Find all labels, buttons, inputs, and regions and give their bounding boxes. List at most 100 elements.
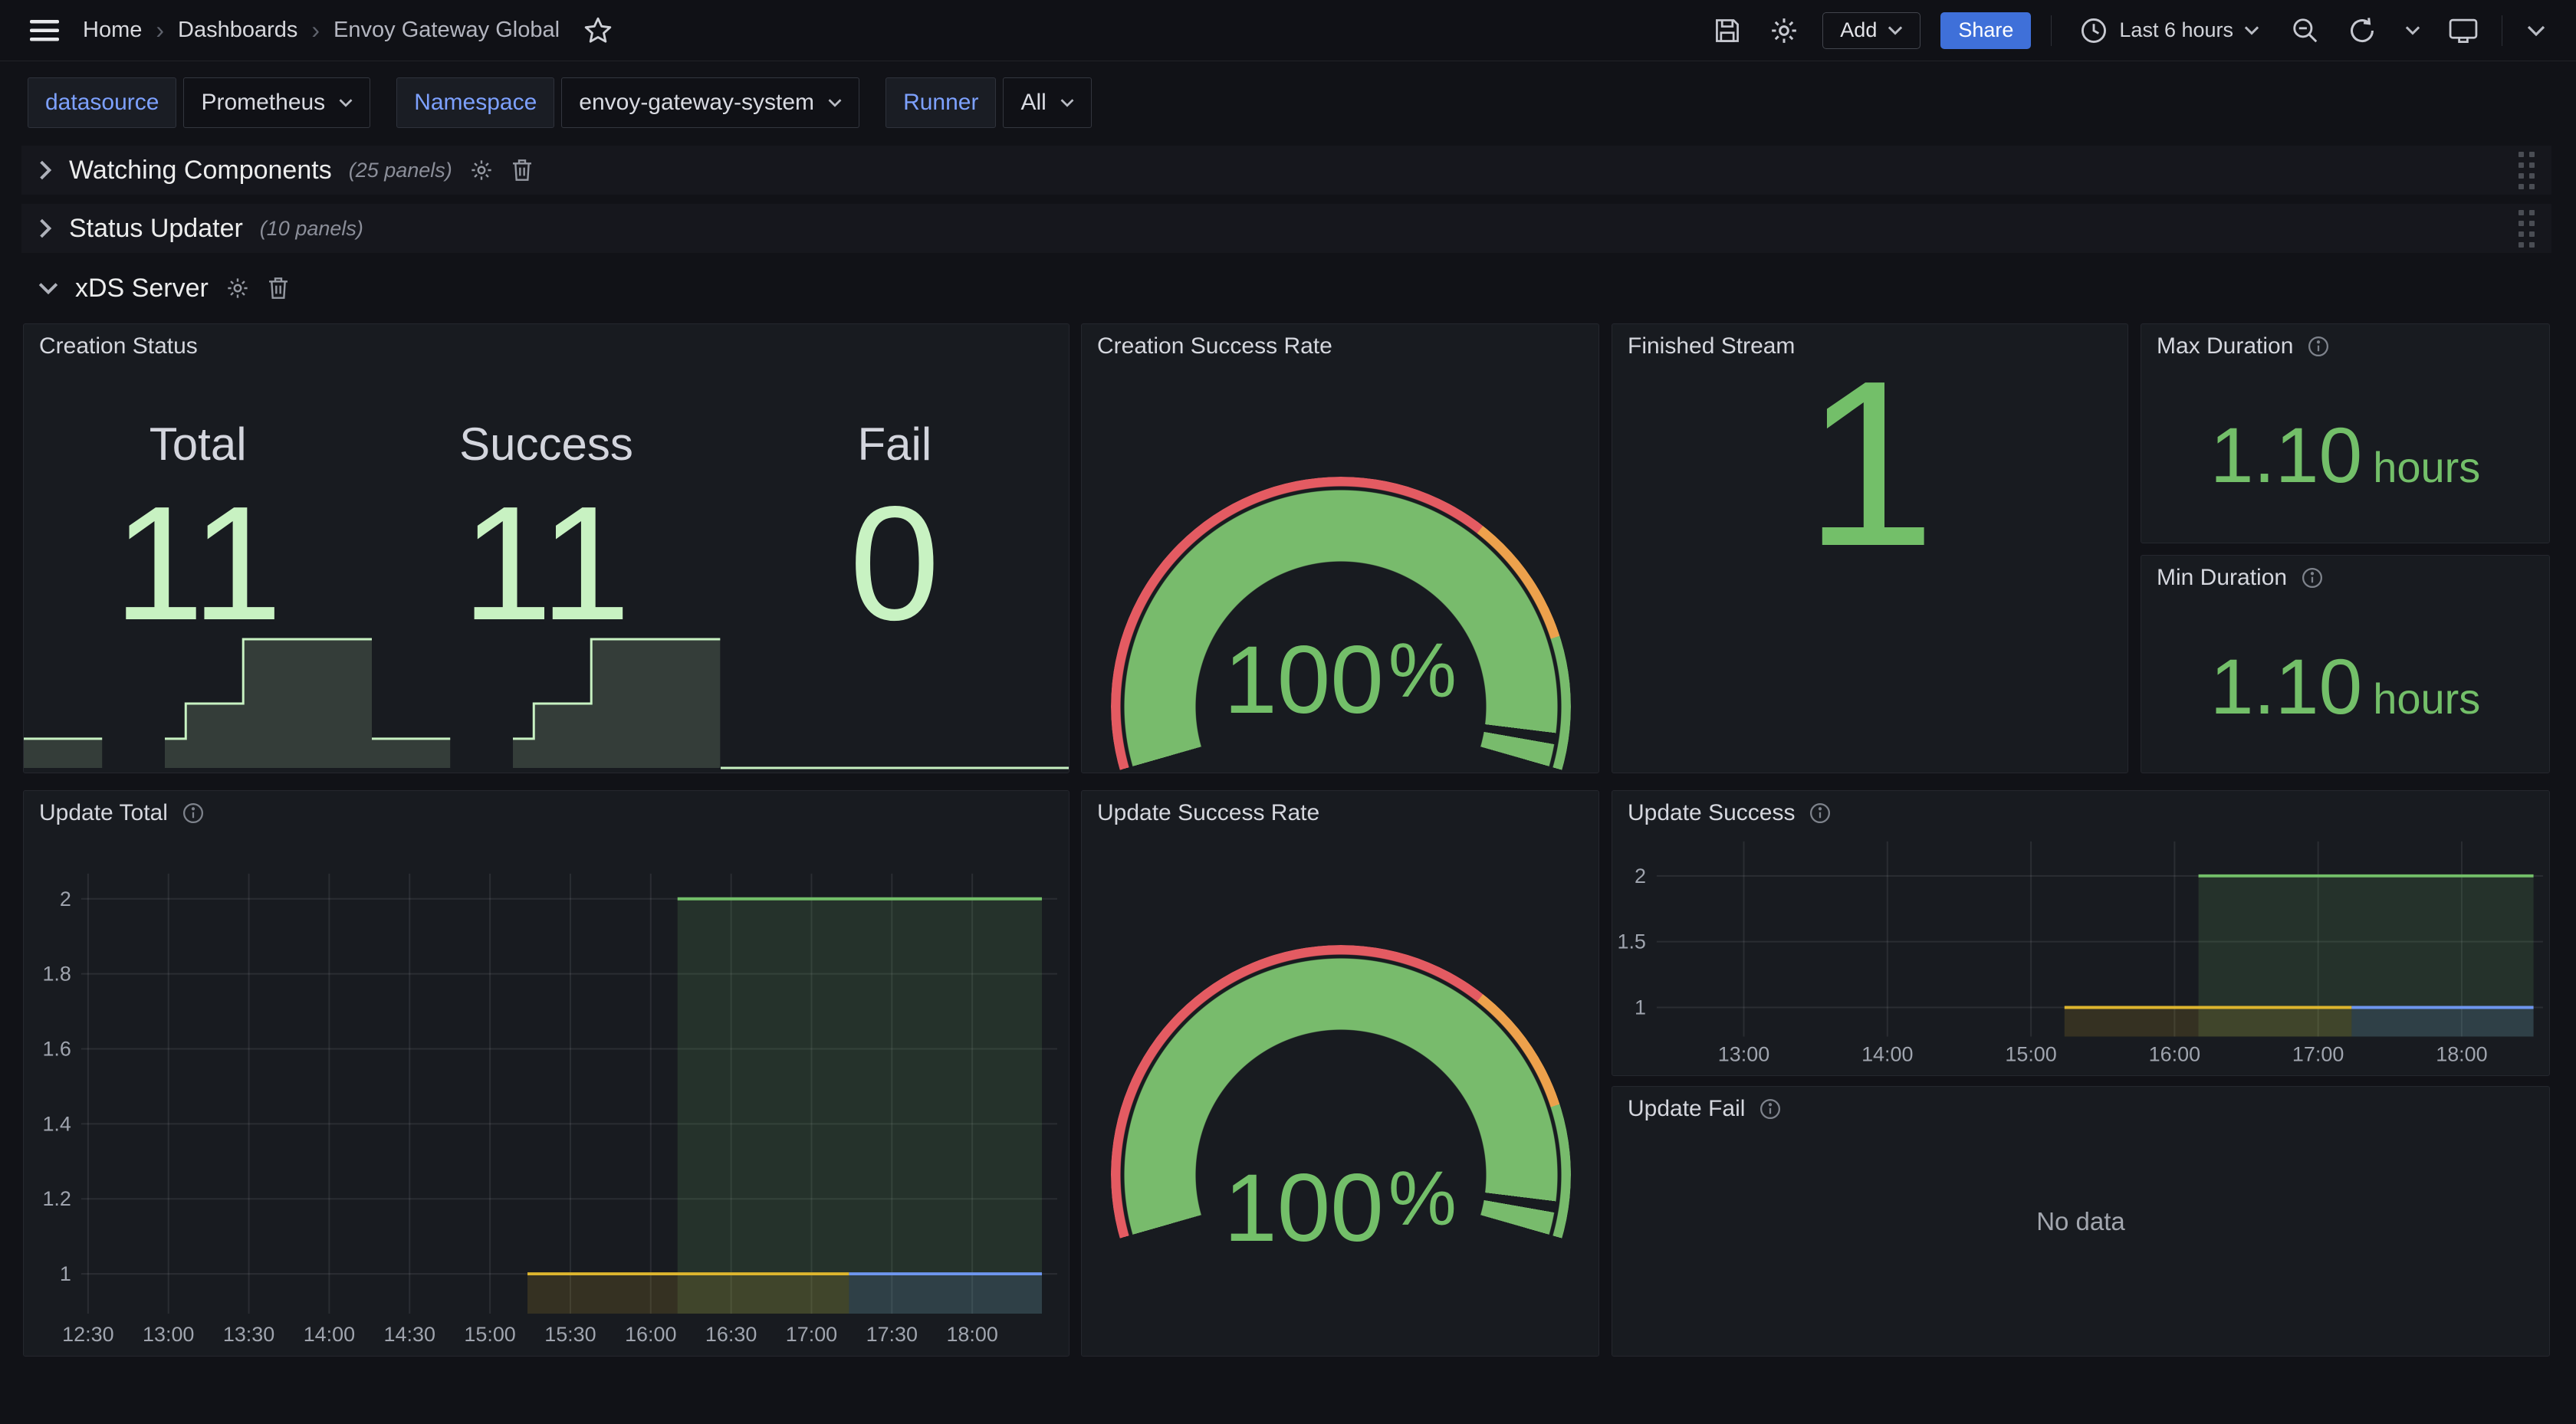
- x-axis-tick-label: 15:00: [464, 1323, 515, 1346]
- zoom-out-time-button[interactable]: [2287, 12, 2324, 49]
- stat-value: 1.10: [2210, 648, 2363, 726]
- y-axis-tick-label: 1.8: [42, 963, 71, 986]
- row-settings-button[interactable]: [225, 276, 250, 300]
- gauge-value-number: 100: [1224, 627, 1384, 733]
- panel-update-success-rate: Update Success Rate 100%: [1081, 790, 1599, 1357]
- chevron-down-icon: [38, 281, 58, 295]
- stat-fail: Fail 0: [721, 324, 1069, 773]
- x-axis-tick-label: 16:30: [705, 1323, 757, 1346]
- variable-value-dropdown[interactable]: All: [1003, 77, 1091, 128]
- panel-info-button[interactable]: [182, 802, 205, 825]
- chevron-down-icon: [1060, 98, 1074, 107]
- timeseries-chart[interactable]: 11.21.41.61.8212:3013:0013:3014:0014:301…: [24, 791, 1069, 1357]
- variable-datasource: datasource Prometheus: [28, 77, 370, 128]
- panel-title[interactable]: Update Fail: [1628, 1096, 1782, 1122]
- variable-namespace: Namespace envoy-gateway-system: [396, 77, 859, 128]
- x-axis-tick-label: 15:30: [544, 1323, 596, 1346]
- add-button-label: Add: [1840, 18, 1877, 42]
- refresh-interval-picker[interactable]: [2400, 12, 2425, 49]
- save-dashboard-button[interactable]: [1709, 12, 1746, 49]
- panel-title[interactable]: Creation Status: [39, 333, 198, 359]
- panel-info-button[interactable]: [2307, 335, 2330, 358]
- series-fill-yellow: [2065, 1008, 2352, 1037]
- timeseries-chart[interactable]: 11.5213:0014:0015:0016:0017:0018:00: [1612, 791, 2549, 1076]
- y-axis-tick-label: 1.5: [1617, 930, 1645, 953]
- row-drag-handle[interactable]: [2518, 210, 2535, 248]
- row-title[interactable]: xDS Server: [75, 274, 209, 304]
- gauge-value-number: 100: [1224, 1155, 1384, 1262]
- breadcrumb-home[interactable]: Home: [83, 18, 142, 43]
- x-axis-tick-label: 14:00: [1861, 1043, 1913, 1066]
- row-drag-handle[interactable]: [2518, 152, 2535, 189]
- x-axis-tick-label: 13:00: [1718, 1043, 1769, 1066]
- tv-mode-button[interactable]: [2445, 12, 2482, 49]
- panel-finished-stream: Finished Stream 1: [1612, 323, 2128, 773]
- y-axis-tick-label: 2: [60, 888, 71, 911]
- sparkline-chart: [721, 633, 1069, 771]
- row-title[interactable]: Watching Components: [69, 156, 332, 185]
- breadcrumb: Home › Dashboards › Envoy Gateway Global: [83, 16, 560, 44]
- stat-total: Total 11: [24, 324, 372, 773]
- panel-info-button[interactable]: [1759, 1098, 1782, 1120]
- row-delete-button[interactable]: [267, 276, 290, 300]
- y-axis-tick-label: 1: [1635, 996, 1646, 1019]
- panel-title-text: Update Success Rate: [1097, 800, 1319, 826]
- stat-value: 0: [721, 482, 1069, 645]
- chevron-down-icon: [2405, 25, 2420, 35]
- share-button[interactable]: Share: [1940, 12, 2031, 49]
- sparkline-fill: [372, 739, 450, 768]
- x-axis-tick-label: 15:00: [2005, 1043, 2056, 1066]
- stat-value: 1: [1612, 346, 2128, 582]
- gauge-value: 100%: [1082, 1160, 1598, 1256]
- floppy-icon: [1713, 16, 1742, 45]
- chevron-down-icon: [2526, 25, 2546, 37]
- gauge-value: 100%: [1082, 632, 1598, 728]
- panel-info-button[interactable]: [2301, 566, 2324, 589]
- variable-value-dropdown[interactable]: Prometheus: [183, 77, 370, 128]
- time-range-label: Last 6 hours: [2119, 18, 2233, 42]
- breadcrumb-dashboards[interactable]: Dashboards: [178, 18, 297, 43]
- y-axis-tick-label: 1.4: [42, 1112, 71, 1135]
- panel-title[interactable]: Update Total: [39, 800, 205, 826]
- stat-value-row: 1.10 hours: [2141, 648, 2549, 726]
- chevron-down-icon: [2244, 25, 2259, 35]
- dashboard-settings-button[interactable]: [1766, 12, 1802, 49]
- info-icon: [2301, 566, 2324, 589]
- row-header-watching-components[interactable]: Watching Components (25 panels): [21, 146, 2551, 195]
- row-title[interactable]: Status Updater: [69, 214, 243, 244]
- panel-title[interactable]: Update Success: [1628, 800, 1832, 826]
- y-axis-tick-label: 2: [1635, 865, 1646, 888]
- stat-success: Success 11: [372, 324, 720, 773]
- gear-icon: [469, 158, 494, 182]
- panel-title[interactable]: Creation Success Rate: [1097, 333, 1332, 359]
- x-axis-tick-label: 13:30: [223, 1323, 274, 1346]
- chevron-down-icon: [828, 98, 842, 107]
- stat-unit: hours: [2373, 442, 2480, 492]
- trash-icon: [267, 276, 290, 300]
- stat-value-row: 1.10 hours: [2141, 416, 2549, 494]
- row-header-xds-server[interactable]: xDS Server: [21, 264, 2551, 313]
- stat-value: 11: [372, 482, 720, 645]
- stat-label: Total: [24, 418, 372, 471]
- row-delete-button[interactable]: [511, 158, 534, 182]
- panel-title[interactable]: Update Success Rate: [1097, 800, 1319, 826]
- panel-info-button[interactable]: [1809, 802, 1832, 825]
- add-button[interactable]: Add: [1822, 12, 1921, 49]
- row-header-status-updater[interactable]: Status Updater (10 panels): [21, 204, 2551, 253]
- panel-title[interactable]: Finished Stream: [1628, 333, 1795, 359]
- gauge-threshold-arc: [1111, 945, 1571, 1357]
- variable-value-text: All: [1020, 90, 1046, 116]
- collapse-toolbar-button[interactable]: [2522, 12, 2550, 49]
- panel-title[interactable]: Max Duration: [2157, 333, 2330, 359]
- time-range-picker[interactable]: Last 6 hours: [2072, 12, 2267, 49]
- favorite-button[interactable]: [580, 12, 616, 49]
- refresh-button[interactable]: [2344, 12, 2380, 49]
- x-axis-tick-label: 16:00: [2149, 1043, 2200, 1066]
- panel-title-text: Min Duration: [2157, 565, 2287, 591]
- row-settings-button[interactable]: [469, 158, 494, 182]
- panel-title-text: Update Total: [39, 800, 168, 826]
- variable-value-dropdown[interactable]: envoy-gateway-system: [561, 77, 859, 128]
- panel-title[interactable]: Min Duration: [2157, 565, 2324, 591]
- menu-button[interactable]: [26, 12, 63, 49]
- panel-title-text: Creation Success Rate: [1097, 333, 1332, 359]
